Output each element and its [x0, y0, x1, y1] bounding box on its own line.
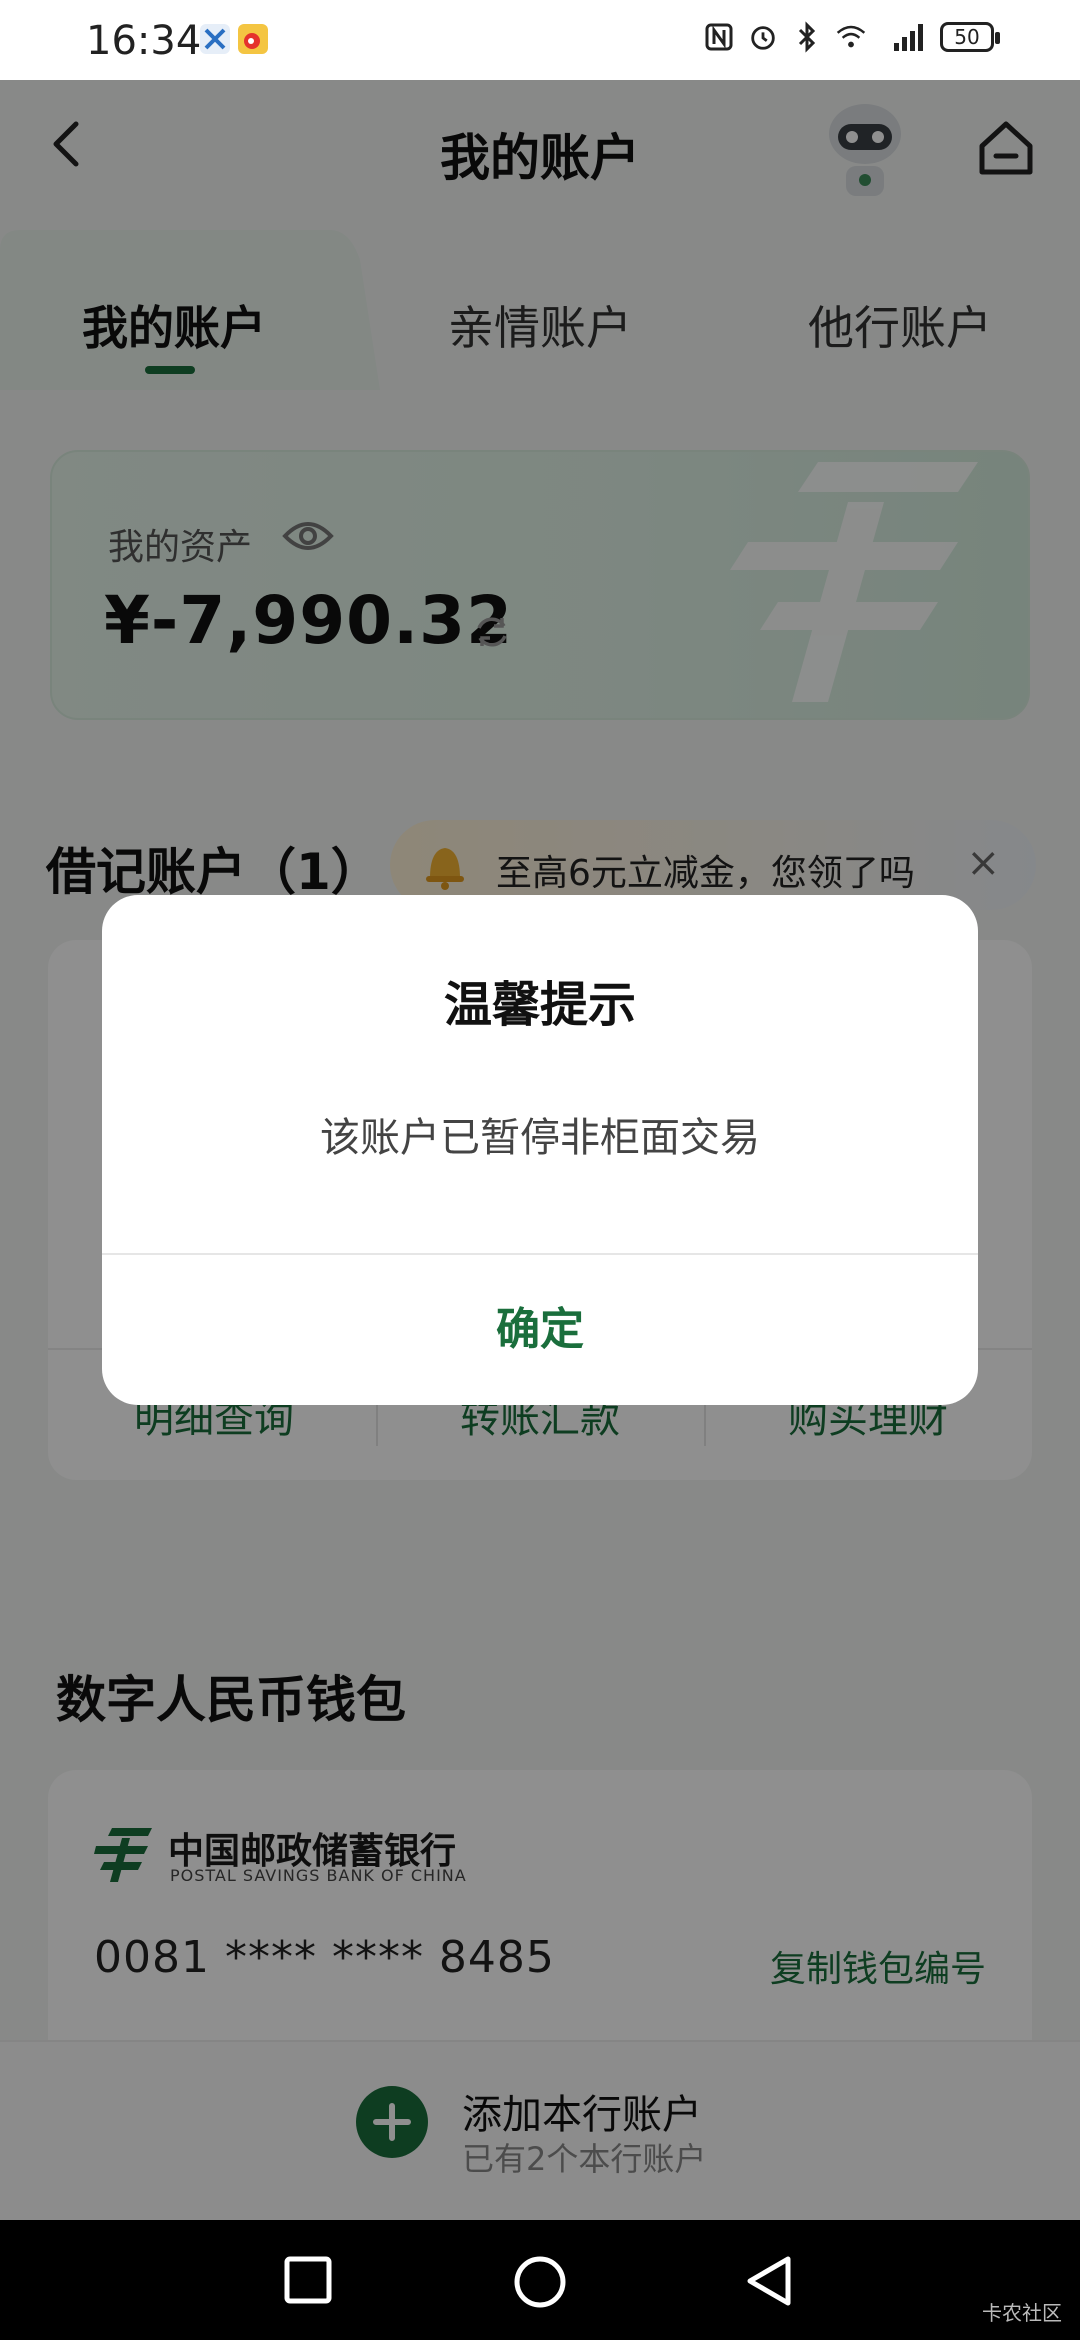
dialog-message: 该账户已暂停非柜面交易: [320, 1115, 760, 1161]
status-bar: 16:34 50: [0, 0, 1080, 80]
confirm-button[interactable]: 确定: [102, 1255, 978, 1405]
wifi-icon: [836, 20, 866, 54]
system-nav-bar: 卡农社区: [0, 2220, 1080, 2340]
notification-app-icon: [200, 24, 230, 54]
nfc-icon: [704, 20, 734, 54]
alarm-icon: [748, 20, 778, 54]
back-nav-icon[interactable]: [744, 2254, 794, 2312]
status-time: 16:34: [86, 18, 202, 64]
source-watermark: 卡农社区: [982, 2301, 1062, 2325]
alert-dialog: 温馨提示 该账户已暂停非柜面交易 确定: [102, 895, 978, 1405]
dialog-title: 温馨提示: [443, 977, 636, 1033]
weibo-icon: [238, 24, 268, 54]
battery-indicator: 50: [940, 22, 1000, 52]
bluetooth-icon: [792, 20, 822, 54]
signal-icon: [880, 20, 926, 54]
recents-icon[interactable]: [282, 2254, 334, 2310]
home-nav-icon[interactable]: [512, 2254, 568, 2314]
